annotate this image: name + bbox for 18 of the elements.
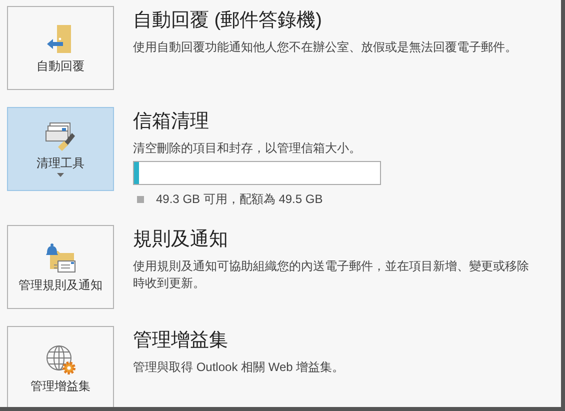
section-title: 規則及通知 (133, 228, 229, 252)
globe-gear-icon (44, 344, 76, 376)
addins-button[interactable]: 管理增益集 (7, 326, 114, 407)
envelope-brush-icon (44, 121, 78, 153)
cleanup-button[interactable]: 清理工具 (7, 107, 114, 191)
section-title: 信箱清理 (133, 110, 210, 134)
section-description: 管理與取得 Outlook 相關 Web 增益集。 (133, 359, 346, 376)
auto-reply-button[interactable]: 自動回覆 (7, 6, 114, 90)
caret-icon (57, 173, 64, 177)
rules-button[interactable]: 管理規則及通知 (7, 225, 114, 309)
section-description: 使用自動回覆功能通知他人您不在辦公室、放假或是無法回覆電子郵件。 (133, 39, 518, 56)
section-title: 管理增益集 (133, 329, 229, 353)
section-title: 自動回覆 (郵件答錄機) (133, 9, 323, 33)
section-description: 使用規則及通知可協助組織您的內送電子郵件，並在項目新增、變更或移除時收到更新。 (133, 258, 530, 292)
quota-reading: 49.3 GB 可用，配額為 49.5 GB (156, 191, 323, 208)
section-description: 清空刪除的項目和封存，以管理信箱大小。 (133, 140, 362, 157)
bell-folder-icon (44, 243, 78, 275)
legend-square-icon (137, 196, 144, 202)
